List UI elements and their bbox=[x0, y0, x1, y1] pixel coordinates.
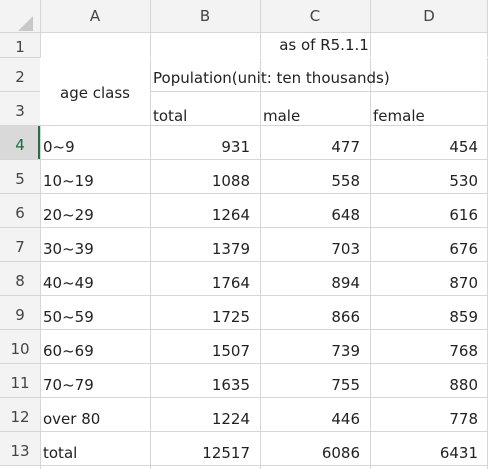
column-header-d[interactable]: D bbox=[370, 0, 488, 32]
female-column-header[interactable]: female bbox=[370, 92, 488, 125]
male-column-header[interactable]: male bbox=[260, 92, 370, 125]
male-cell[interactable]: 866 bbox=[260, 296, 370, 329]
row-header-3[interactable]: 3 bbox=[0, 91, 40, 125]
row-header-1[interactable]: 1 bbox=[0, 32, 40, 57]
total-cell[interactable]: 12517 bbox=[150, 432, 260, 465]
row-header-8[interactable]: 8 bbox=[0, 261, 40, 295]
age-class-cell[interactable]: 70~79 bbox=[40, 364, 150, 397]
total-column-header[interactable]: total bbox=[150, 92, 260, 125]
age-class-cell[interactable]: 20~29 bbox=[40, 194, 150, 227]
as-of-date-label[interactable]: as of R5.1.1 bbox=[150, 33, 488, 57]
female-cell[interactable]: 616 bbox=[370, 194, 488, 227]
column-header-b[interactable]: B bbox=[150, 0, 260, 32]
total-cell[interactable]: 1264 bbox=[150, 194, 260, 227]
male-cell[interactable]: 894 bbox=[260, 262, 370, 295]
select-all-triangle-icon bbox=[18, 16, 33, 31]
row-header-7[interactable]: 7 bbox=[0, 227, 40, 261]
population-unit-label[interactable]: Population(unit: ten thousands) bbox=[150, 66, 488, 90]
row-header-2[interactable]: 2 bbox=[0, 57, 40, 91]
row-header-12[interactable]: 12 bbox=[0, 397, 40, 431]
female-cell[interactable]: 859 bbox=[370, 296, 488, 329]
total-cell[interactable]: 1224 bbox=[150, 398, 260, 431]
male-cell[interactable]: 648 bbox=[260, 194, 370, 227]
total-cell[interactable]: 1379 bbox=[150, 228, 260, 261]
age-class-cell[interactable]: 40~49 bbox=[40, 262, 150, 295]
female-cell[interactable]: 880 bbox=[370, 364, 488, 397]
row-header-6[interactable]: 6 bbox=[0, 193, 40, 227]
total-cell[interactable]: 1764 bbox=[150, 262, 260, 295]
age-class-cell[interactable]: over 80 bbox=[40, 398, 150, 431]
total-cell[interactable]: 1088 bbox=[150, 160, 260, 193]
age-class-cell[interactable]: 0~9 bbox=[40, 126, 150, 159]
male-cell[interactable]: 755 bbox=[260, 364, 370, 397]
female-cell[interactable]: 778 bbox=[370, 398, 488, 431]
age-class-cell[interactable]: 10~19 bbox=[40, 160, 150, 193]
column-header-c[interactable]: C bbox=[260, 0, 370, 32]
female-cell[interactable]: 530 bbox=[370, 160, 488, 193]
male-cell[interactable]: 739 bbox=[260, 330, 370, 363]
male-cell[interactable]: 477 bbox=[260, 126, 370, 159]
male-cell[interactable]: 558 bbox=[260, 160, 370, 193]
age-class-cell[interactable]: 50~59 bbox=[40, 296, 150, 329]
total-cell[interactable]: 931 bbox=[150, 126, 260, 159]
row-header-10[interactable]: 10 bbox=[0, 329, 40, 363]
age-class-cell[interactable]: 30~39 bbox=[40, 228, 150, 261]
row-header-9[interactable]: 9 bbox=[0, 295, 40, 329]
row-header-5[interactable]: 5 bbox=[0, 159, 40, 193]
total-cell[interactable]: 1635 bbox=[150, 364, 260, 397]
female-cell[interactable]: 454 bbox=[370, 126, 488, 159]
total-cell[interactable]: 1725 bbox=[150, 296, 260, 329]
spreadsheet-grid: A B C D 1 2 3 4 5 6 7 8 9 10 11 12 13 as of R5.1.1 P… bbox=[0, 0, 488, 469]
total-cell[interactable]: 1507 bbox=[150, 330, 260, 363]
age-class-header[interactable]: age class bbox=[40, 58, 150, 125]
female-cell[interactable]: 870 bbox=[370, 262, 488, 295]
row-header-13[interactable]: 13 bbox=[0, 431, 40, 465]
male-cell[interactable]: 703 bbox=[260, 228, 370, 261]
male-cell[interactable]: 6086 bbox=[260, 432, 370, 465]
row-header-11[interactable]: 11 bbox=[0, 363, 40, 397]
age-class-cell[interactable]: total bbox=[40, 432, 150, 465]
female-cell[interactable]: 768 bbox=[370, 330, 488, 363]
column-header-a[interactable]: A bbox=[40, 0, 150, 32]
row-header-4[interactable]: 4 bbox=[0, 125, 40, 159]
male-cell[interactable]: 446 bbox=[260, 398, 370, 431]
age-class-cell[interactable]: 60~69 bbox=[40, 330, 150, 363]
female-cell[interactable]: 6431 bbox=[370, 432, 488, 465]
female-cell[interactable]: 676 bbox=[370, 228, 488, 261]
